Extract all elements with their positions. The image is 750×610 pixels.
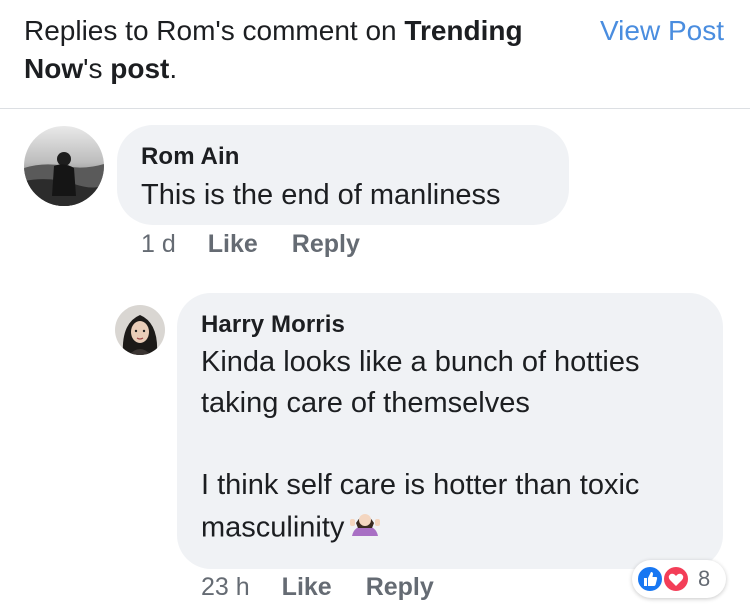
comment-text-body: Kinda looks like a bunch of hotties taki… (201, 346, 640, 544)
comment-meta-rom: 1 d Like Reply (141, 230, 360, 259)
header-prefix: Replies to Rom's comment on (24, 15, 405, 46)
like-button[interactable]: Like (282, 573, 332, 602)
replies-header: Replies to Rom's comment on Trending Now… (0, 0, 750, 109)
reaction-count: 8 (698, 566, 711, 591)
avatar-harry-morris[interactable] (115, 305, 165, 355)
comment-text: Kinda looks like a bunch of hotties taki… (201, 342, 711, 552)
view-post-link[interactable]: View Post (600, 12, 724, 50)
comment-author[interactable]: Harry Morris (201, 311, 345, 339)
reply-button[interactable]: Reply (366, 573, 434, 602)
comment-timestamp[interactable]: 1 d (141, 230, 176, 259)
like-reaction-icon (636, 565, 664, 593)
post-link[interactable]: post (110, 53, 169, 84)
comment-bubble-harry: Harry Morris Kinda looks like a bunch of… (177, 293, 723, 569)
comment-meta-harry: 23 h Like Reply (201, 573, 434, 602)
header-possessive: 's (83, 53, 111, 84)
comment-bubble-rom: Rom Ain This is the end of manliness (117, 125, 569, 225)
header-period: . (169, 53, 178, 84)
header-title: Replies to Rom's comment on Trending Now… (24, 12, 564, 88)
reply-button[interactable]: Reply (292, 230, 360, 259)
love-reaction-icon (662, 565, 690, 593)
reactions-summary[interactable]: 8 (632, 560, 726, 598)
comment-author[interactable]: Rom Ain (141, 143, 239, 171)
avatar-rom-ain[interactable] (24, 126, 104, 206)
comment-text: This is the end of manliness (141, 179, 501, 211)
like-button[interactable]: Like (208, 230, 258, 259)
comment-timestamp[interactable]: 23 h (201, 573, 250, 602)
person-shrugging-emoji (348, 506, 382, 552)
